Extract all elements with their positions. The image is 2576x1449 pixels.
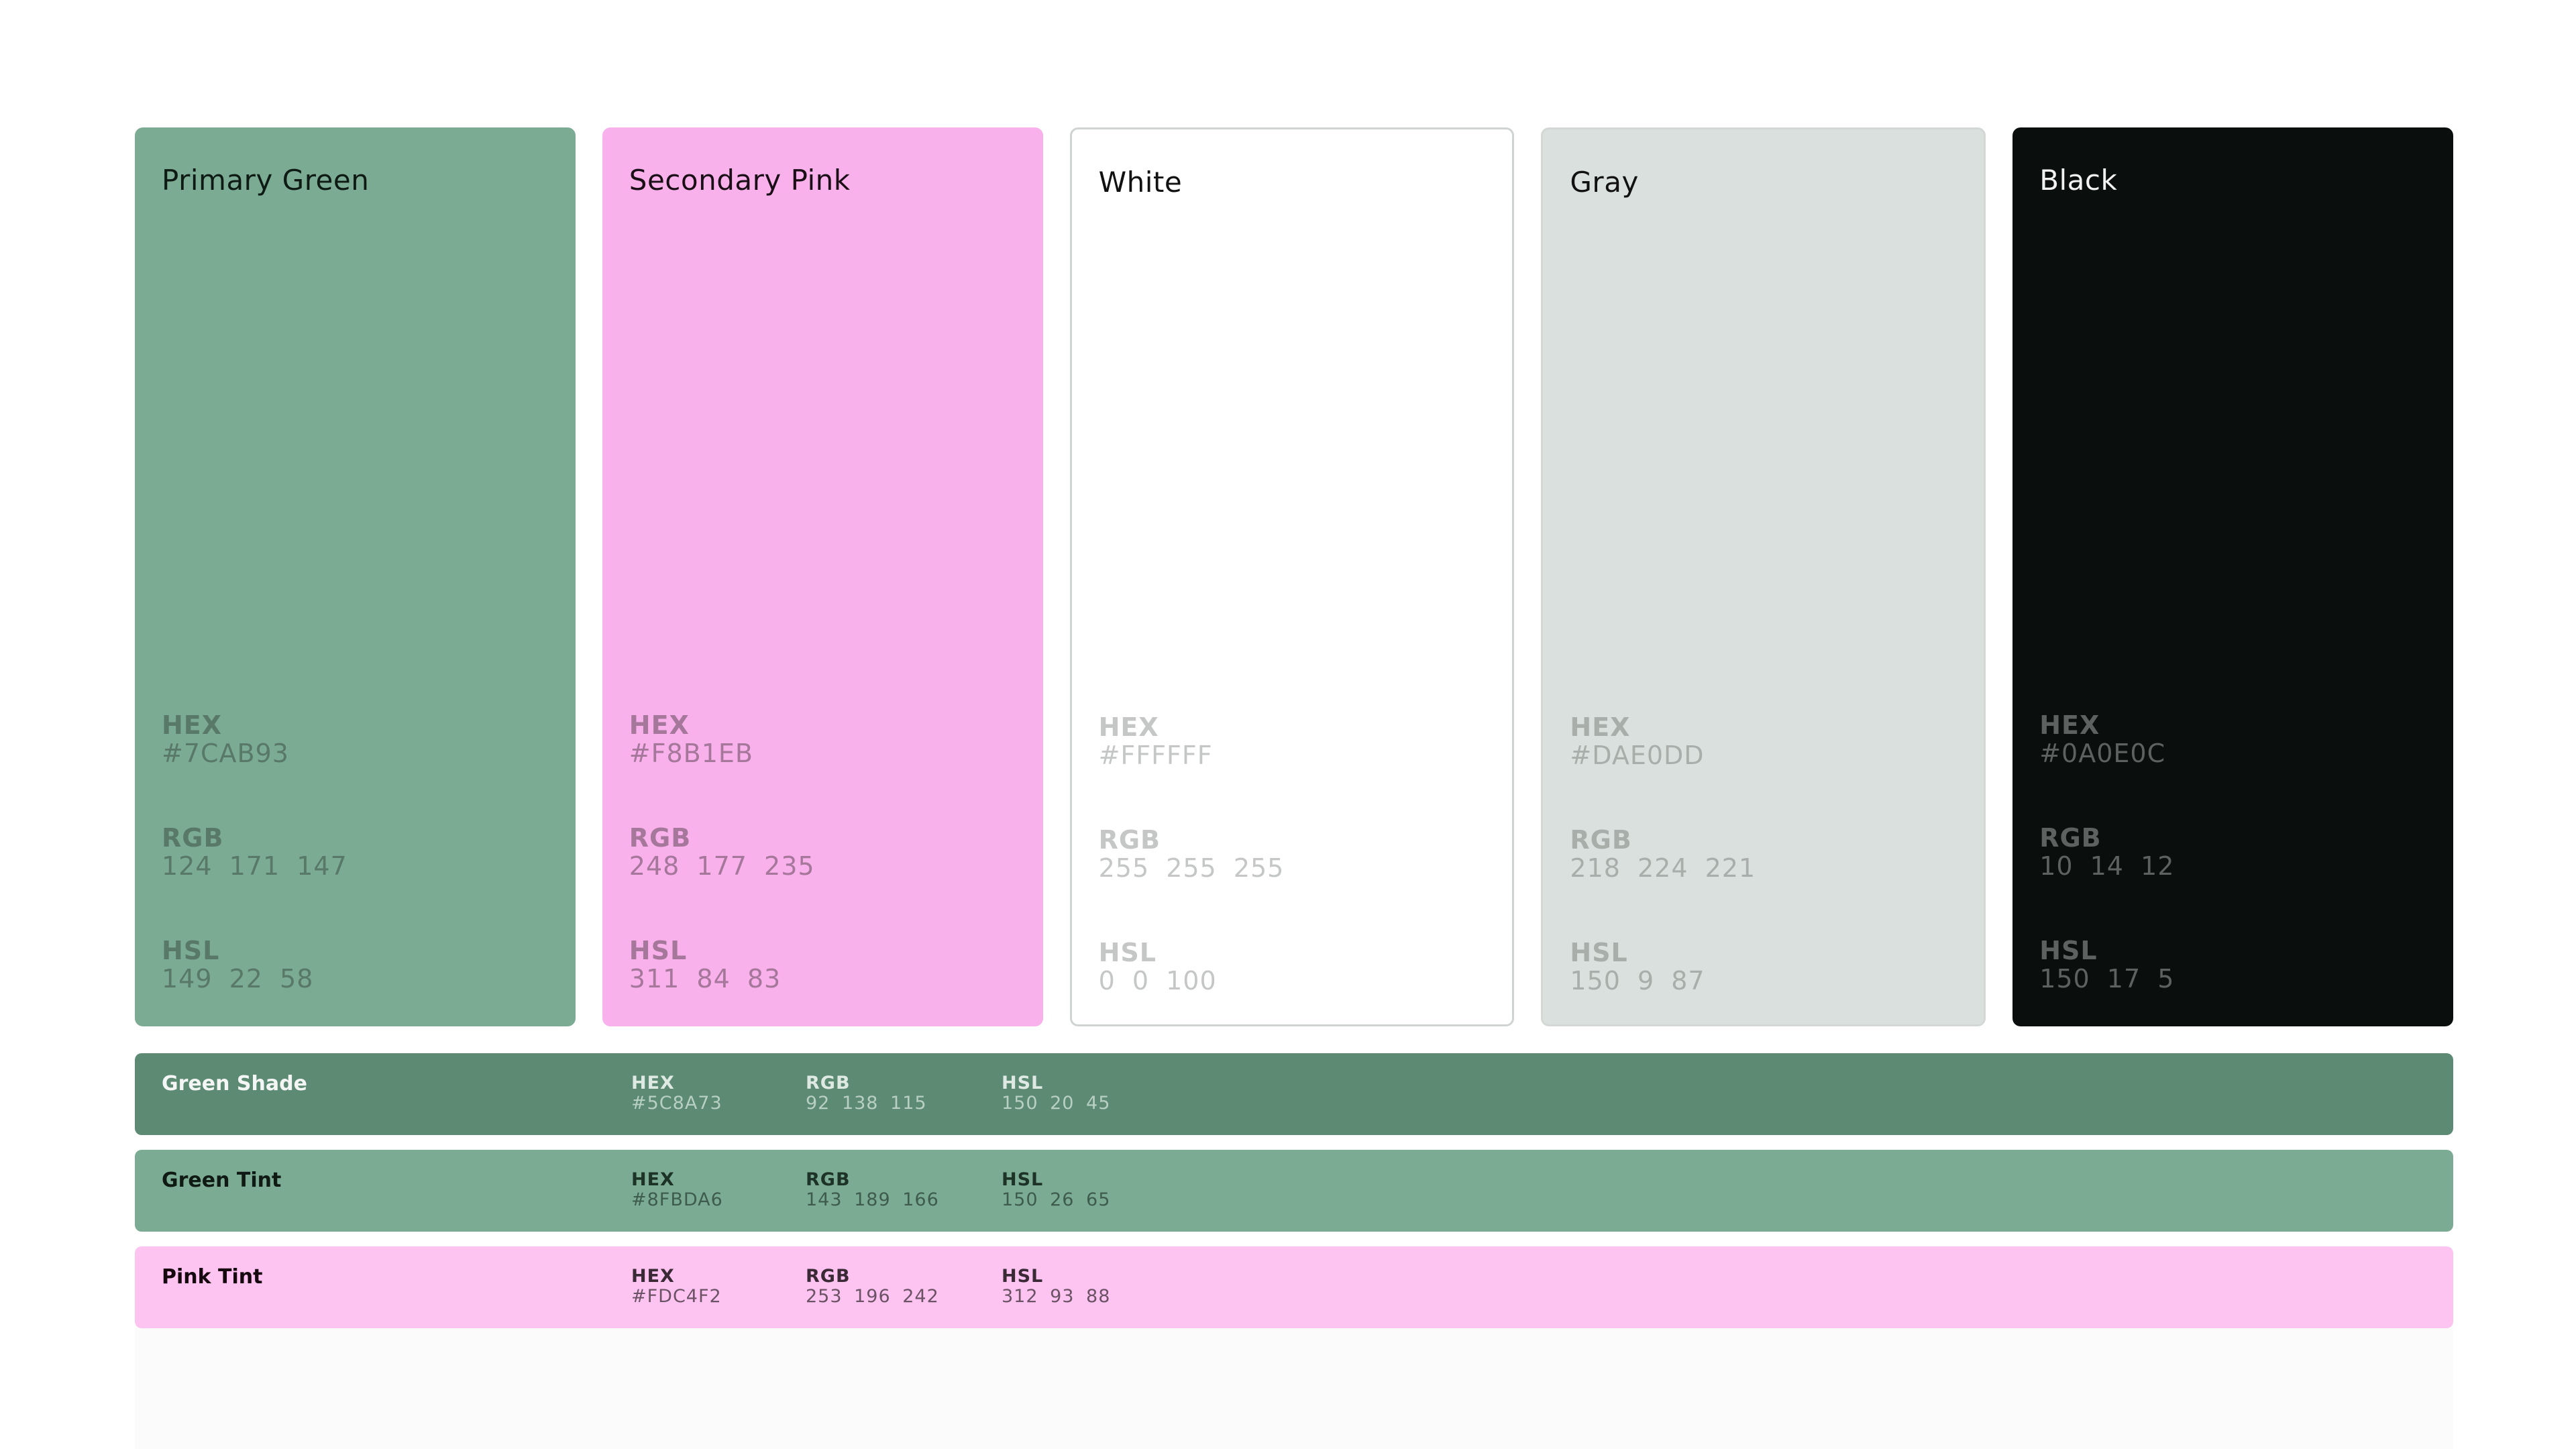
hsl-label: HSL — [629, 936, 688, 965]
hsl-label: HSL — [1570, 938, 1628, 967]
strip-pink-tint: Pink Tint HEX #FDC4F2 RGB 253 196 242 HS… — [135, 1246, 2453, 1328]
rgb-spec: RGB 10 14 12 — [2039, 824, 2174, 880]
card-white: White HEX #FFFFFF RGB 255 255 255 HSL 0 … — [1069, 127, 1515, 1026]
hex-label: HEX — [1098, 712, 1159, 742]
card-title: Gray — [1570, 166, 1639, 199]
strip-hsl: HSL 150 20 45 — [1002, 1073, 1110, 1114]
card-black: Black HEX #0A0E0C RGB 10 14 12 HSL 150 1… — [2012, 127, 2453, 1026]
hex-label: HEX — [1570, 712, 1631, 742]
strip-hsl: HSL 312 93 88 — [1002, 1267, 1110, 1307]
background-panel — [135, 1328, 2453, 1449]
hex-value: #DAE0DD — [1570, 741, 1705, 770]
hex-value: #7CAB93 — [162, 739, 289, 768]
hex-label: HEX — [2039, 710, 2100, 740]
hex-value: #5C8A73 — [631, 1093, 722, 1114]
hsl-value: 149 22 58 — [162, 964, 314, 994]
hsl-label: HSL — [1098, 938, 1157, 967]
card-specs: HEX #0A0E0C RGB 10 14 12 HSL 150 17 5 — [2039, 711, 2174, 1026]
card-primary-green: Primary Green HEX #7CAB93 RGB 124 171 14… — [135, 127, 576, 1026]
hex-label: HEX — [162, 710, 223, 740]
rgb-spec: RGB 248 177 235 — [629, 824, 815, 880]
hsl-spec: HSL 0 0 100 — [1099, 938, 1285, 995]
hex-spec: HEX #0A0E0C — [2039, 711, 2174, 767]
rgb-value: 253 196 242 — [806, 1286, 939, 1307]
strip-hex: HEX #5C8A73 — [631, 1073, 722, 1114]
hsl-spec: HSL 311 84 83 — [629, 936, 815, 993]
rgb-value: 92 138 115 — [806, 1093, 927, 1114]
rgb-value: 248 177 235 — [629, 851, 815, 881]
card-secondary-pink: Secondary Pink HEX #F8B1EB RGB 248 177 2… — [602, 127, 1043, 1026]
hex-spec: HEX #FFFFFF — [1099, 713, 1285, 769]
hsl-label: HSL — [1002, 1169, 1044, 1190]
strip-green-tint: Green Tint HEX #8FBDA6 RGB 143 189 166 H… — [135, 1150, 2453, 1232]
strip-hex: HEX #FDC4F2 — [631, 1267, 722, 1307]
hex-value: #FDC4F2 — [631, 1286, 722, 1307]
hsl-label: HSL — [1002, 1266, 1044, 1287]
card-title: White — [1098, 166, 1183, 199]
rgb-spec: RGB 255 255 255 — [1099, 826, 1285, 882]
strip-rgb: RGB 143 189 166 — [806, 1170, 939, 1210]
rgb-label: RGB — [1570, 825, 1632, 855]
rgb-label: RGB — [806, 1169, 851, 1190]
color-palette-board: Primary Green HEX #7CAB93 RGB 124 171 14… — [0, 0, 2576, 1449]
hsl-spec: HSL 149 22 58 — [162, 936, 347, 993]
rgb-label: RGB — [629, 823, 692, 853]
strip-green-shade: Green Shade HEX #5C8A73 RGB 92 138 115 H… — [135, 1053, 2453, 1135]
hsl-value: 150 17 5 — [2039, 964, 2175, 994]
rgb-spec: RGB 218 224 221 — [1570, 826, 1756, 882]
hex-value: #0A0E0C — [2039, 739, 2166, 768]
hsl-label: HSL — [162, 936, 220, 965]
strip-rgb: RGB 253 196 242 — [806, 1267, 939, 1307]
strip-hex: HEX #8FBDA6 — [631, 1170, 723, 1210]
card-specs: HEX #DAE0DD RGB 218 224 221 HSL 150 9 87 — [1570, 713, 1756, 1024]
hex-label: HEX — [631, 1073, 675, 1093]
card-title: Secondary Pink — [629, 164, 851, 197]
hex-value: #FFFFFF — [1098, 741, 1213, 770]
hex-label: HEX — [629, 710, 690, 740]
hex-spec: HEX #DAE0DD — [1570, 713, 1756, 769]
hex-spec: HEX #7CAB93 — [162, 711, 347, 767]
hsl-value: 150 26 65 — [1002, 1189, 1111, 1210]
hex-value: #F8B1EB — [629, 739, 753, 768]
rgb-label: RGB — [162, 823, 224, 853]
hsl-value: 150 20 45 — [1002, 1093, 1111, 1114]
rgb-spec: RGB 124 171 147 — [162, 824, 347, 880]
hsl-label: HSL — [2039, 936, 2098, 965]
hex-spec: HEX #F8B1EB — [629, 711, 815, 767]
hex-label: HEX — [631, 1169, 675, 1190]
rgb-label: RGB — [806, 1073, 851, 1093]
card-specs: HEX #7CAB93 RGB 124 171 147 HSL 149 22 5… — [162, 711, 347, 1026]
strip-title: Pink Tint — [162, 1265, 263, 1289]
hsl-spec: HSL 150 9 87 — [1570, 938, 1756, 995]
rgb-label: RGB — [1098, 825, 1161, 855]
hsl-value: 150 9 87 — [1570, 966, 1705, 996]
strip-title: Green Shade — [162, 1072, 307, 1095]
hex-value: #8FBDA6 — [631, 1189, 723, 1210]
strip-hsl: HSL 150 26 65 — [1002, 1170, 1110, 1210]
hsl-spec: HSL 150 17 5 — [2039, 936, 2174, 993]
hsl-value: 0 0 100 — [1098, 966, 1217, 996]
card-title: Primary Green — [162, 164, 370, 197]
strip-rgb: RGB 92 138 115 — [806, 1073, 927, 1114]
rgb-value: 218 224 221 — [1570, 853, 1756, 883]
shade-strips: Green Shade HEX #5C8A73 RGB 92 138 115 H… — [135, 1053, 2453, 1343]
rgb-label: RGB — [2039, 823, 2102, 853]
hsl-label: HSL — [1002, 1073, 1044, 1093]
hex-label: HEX — [631, 1266, 675, 1287]
card-specs: HEX #F8B1EB RGB 248 177 235 HSL 311 84 8… — [629, 711, 815, 1026]
rgb-label: RGB — [806, 1266, 851, 1287]
color-cards: Primary Green HEX #7CAB93 RGB 124 171 14… — [135, 127, 2453, 1026]
rgb-value: 10 14 12 — [2039, 851, 2175, 881]
card-gray: Gray HEX #DAE0DD RGB 218 224 221 HSL 150… — [1541, 127, 1986, 1026]
rgb-value: 143 189 166 — [806, 1189, 939, 1210]
strip-title: Green Tint — [162, 1169, 282, 1192]
card-specs: HEX #FFFFFF RGB 255 255 255 HSL 0 0 100 — [1099, 713, 1285, 1024]
hsl-value: 312 93 88 — [1002, 1286, 1111, 1307]
card-title: Black — [2039, 164, 2118, 197]
hsl-value: 311 84 83 — [629, 964, 782, 994]
rgb-value: 255 255 255 — [1098, 853, 1285, 883]
rgb-value: 124 171 147 — [162, 851, 347, 881]
